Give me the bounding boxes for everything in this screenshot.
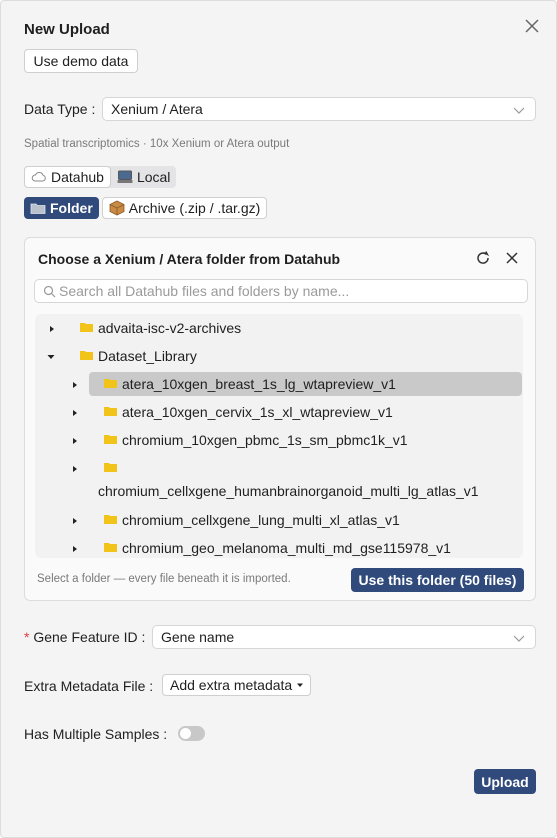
caret-right-icon[interactable] [71,437,79,445]
gene-feature-label: * Gene Feature ID : [24,629,146,645]
dialog-title: New Upload [24,21,110,38]
tab-archive[interactable]: Archive (.zip / .tar.gz) [101,197,268,219]
data-type-hint: Spatial transcriptomics · 10x Xenium or … [24,138,290,150]
tree-item[interactable]: atera_10xgen_cervix_1s_xl_wtapreview_v1 [35,400,523,424]
caret-right-icon[interactable] [71,381,79,389]
caret-right-icon[interactable] [71,409,79,417]
tab-folder[interactable]: Folder [24,197,99,219]
tree-item[interactable]: chromium_10xgen_pbmc_1s_sm_pbmc1k_v1 [35,428,523,452]
upload-button[interactable]: Upload [474,769,536,794]
add-extra-metadata-label: Add extra metadata [170,677,293,693]
tree-item-label: chromium_cellxgene_lung_multi_xl_atlas_v… [122,512,400,528]
tree-item[interactable]: chromium_geo_melanoma_multi_md_gse115978… [35,536,523,558]
refresh-icon[interactable] [475,250,491,266]
extra-metadata-label: Extra Metadata File : [24,678,154,694]
folder-icon [104,379,117,388]
close-picker-icon[interactable] [504,250,520,266]
tree-item[interactable]: chromium_cellxgene_lung_multi_xl_atlas_v… [35,508,523,532]
tab-archive-label: Archive (.zip / .tar.gz) [128,200,261,216]
tree-item-label: chromium_10xgen_pbmc_1s_sm_pbmc1k_v1 [122,432,408,448]
folder-icon [30,203,46,214]
folder-tree[interactable]: advaita-isc-v2-archives Dataset_Library … [35,314,523,558]
use-demo-data-button[interactable]: Use demo data [24,49,138,73]
caret-right-icon[interactable] [71,517,79,525]
multiple-samples-toggle[interactable] [178,726,205,741]
tree-item-label: atera_10xgen_breast_1s_lg_wtapreview_v1 [122,376,396,392]
folder-icon [80,323,93,332]
data-type-value: Xenium / Atera [111,101,203,117]
data-type-label: Data Type : [24,101,96,117]
picker-footer-hint: Select a folder — every file beneath it … [37,573,291,585]
folder-icon [104,463,117,472]
caret-down-icon[interactable] [47,353,55,361]
picker-title: Choose a Xenium / Atera folder from Data… [38,251,341,267]
close-icon[interactable] [523,17,541,35]
chevron-down-icon [513,107,525,114]
folder-picker-panel: Choose a Xenium / Atera folder from Data… [24,237,536,601]
chevron-down-icon [513,635,525,642]
tab-datahub[interactable]: Datahub [24,166,111,188]
tree-item-label: chromium_cellxgene_humanbrainorganoid_mu… [98,483,479,499]
search-icon [43,285,56,298]
tree-item[interactable]: Dataset_Library [35,344,523,368]
tab-folder-label: Folder [50,200,93,216]
gene-feature-value: Gene name [161,629,235,645]
package-icon [109,200,125,216]
source-tabs: Datahub Local [24,166,177,188]
tab-local[interactable]: Local [111,166,176,188]
tree-item-label: chromium_geo_melanoma_multi_md_gse115978… [122,540,451,556]
folder-icon [104,407,117,416]
tab-datahub-label: Datahub [51,169,104,185]
add-extra-metadata-dropdown[interactable]: Add extra metadata [162,674,312,696]
new-upload-dialog: New Upload Use demo data Data Type : Xen… [0,0,557,838]
folder-icon [104,435,117,444]
folder-icon [104,515,117,524]
computer-icon [117,170,133,183]
tree-item-label: advaita-isc-v2-archives [98,320,242,336]
cloud-icon [31,171,46,182]
tree-item-label: Dataset_Library [98,348,197,364]
gene-feature-select[interactable]: Gene name [152,625,536,649]
search-placeholder: Search all Datahub files and folders by … [59,283,350,299]
caret-right-icon[interactable] [71,465,79,473]
tree-item-selected[interactable]: atera_10xgen_breast_1s_lg_wtapreview_v1 [35,372,523,396]
multiple-samples-label: Has Multiple Samples : [24,726,168,742]
tree-item[interactable]: advaita-isc-v2-archives [35,316,523,340]
search-input[interactable]: Search all Datahub files and folders by … [34,279,528,303]
use-this-folder-button[interactable]: Use this folder (50 files) [351,568,524,592]
caret-right-icon[interactable] [48,325,56,333]
tree-item[interactable]: chromium_cellxgene_humanbrainorganoid_mu… [35,456,523,504]
data-type-select[interactable]: Xenium / Atera [102,97,536,121]
folder-icon [80,351,93,360]
caret-down-icon [297,683,304,687]
required-marker: * [24,629,30,645]
folder-icon [104,543,117,552]
tab-local-label: Local [136,169,171,185]
toggle-knob [180,728,191,739]
tree-item-label: atera_10xgen_cervix_1s_xl_wtapreview_v1 [122,404,393,420]
caret-right-icon[interactable] [71,545,79,553]
format-tabs: Folder Archive (.zip / .tar.gz) [24,197,268,219]
